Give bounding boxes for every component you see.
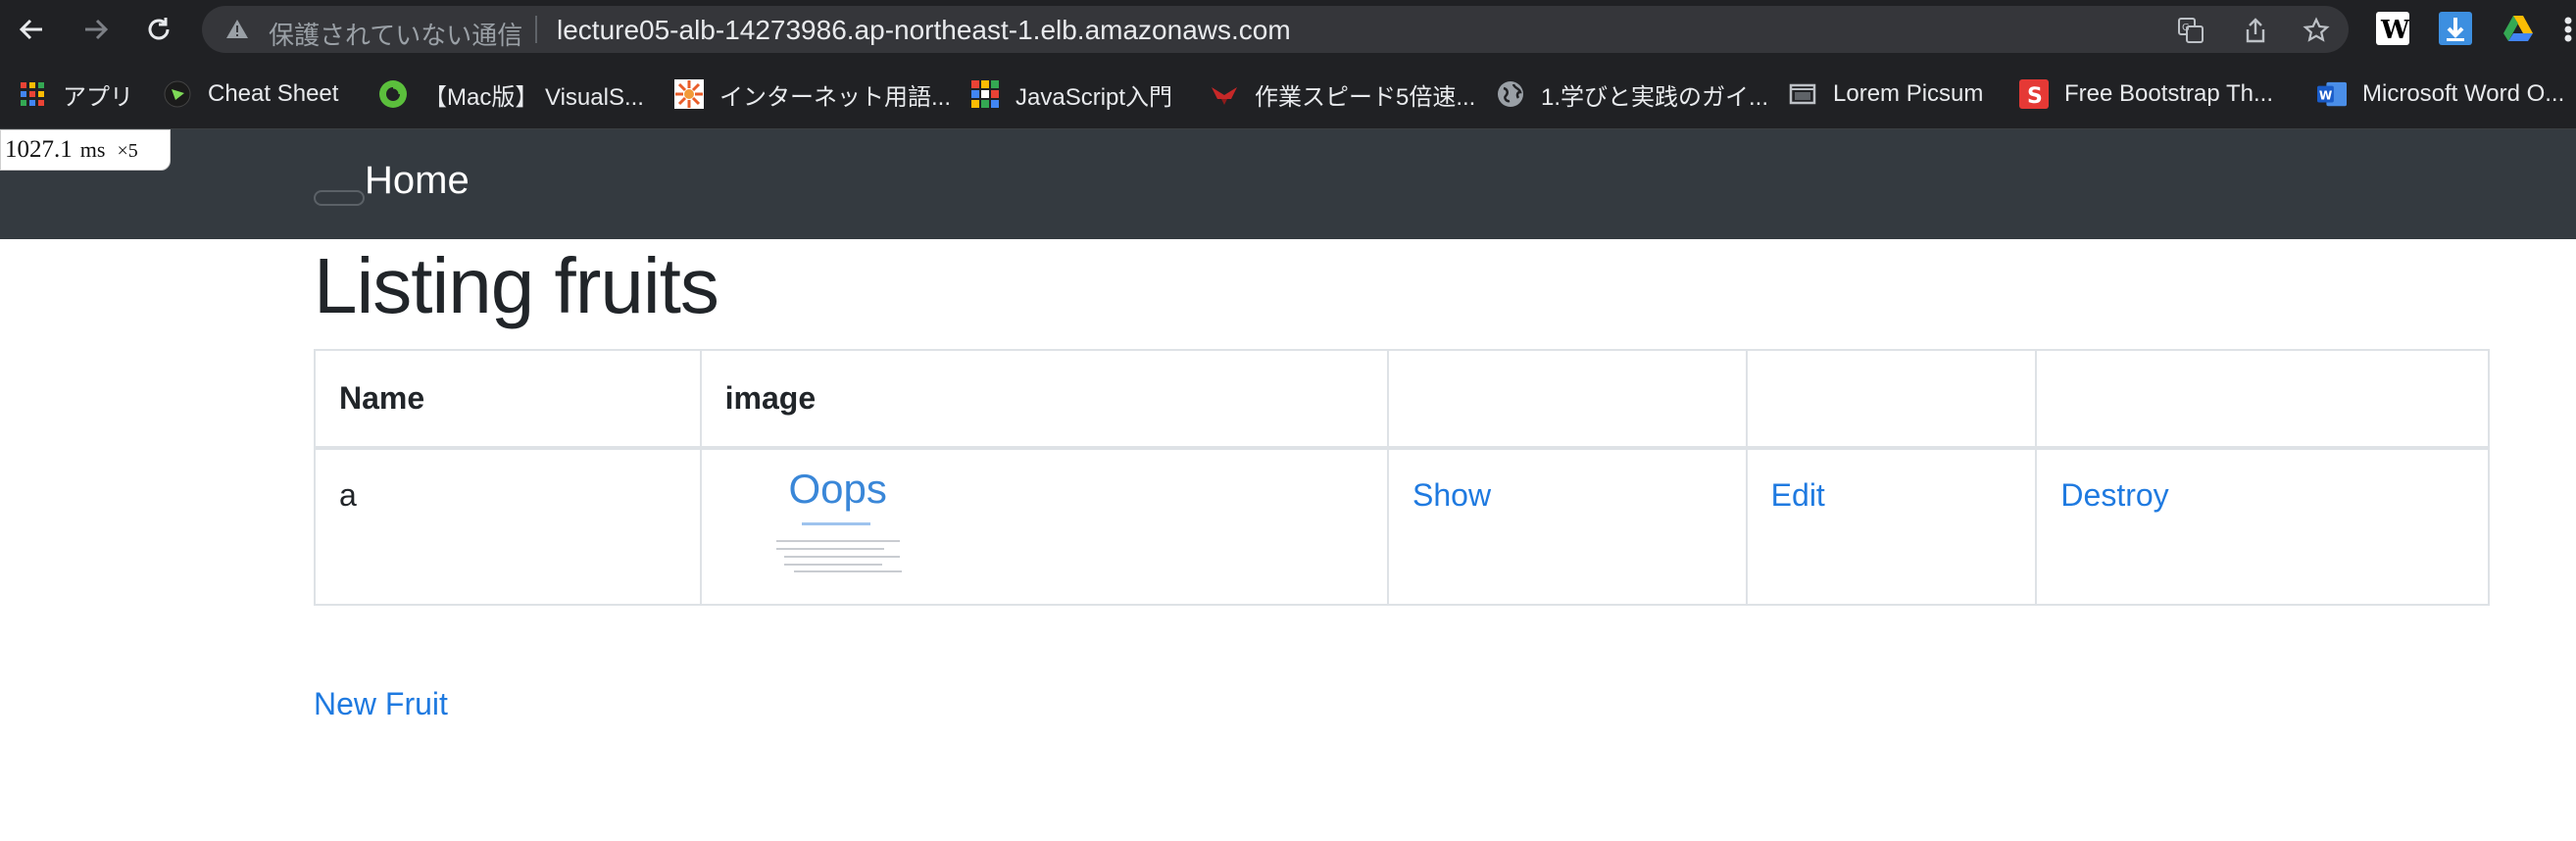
- site-navbar: Home: [0, 129, 2576, 239]
- more-menu-icon[interactable]: [2560, 12, 2576, 45]
- bookmarks-bar: アプリ Cheat Sheet 【Mac版】 VisualS... インターネッ…: [0, 59, 2576, 129]
- image-decoration: [801, 522, 870, 525]
- edit-link[interactable]: Edit: [1771, 477, 1825, 513]
- bookmark-work-speed[interactable]: 作業スピード5倍速...: [1210, 76, 1475, 112]
- fruits-table: Name image a Oops Show Edit Destroy: [314, 349, 2490, 606]
- bookmark-label: JavaScript入門: [1016, 83, 1173, 111]
- edit-cell: Edit: [1745, 447, 2038, 606]
- download-extension-icon[interactable]: [2439, 12, 2472, 45]
- load-time-value: 1027.1: [5, 136, 73, 163]
- image-decoration: [793, 570, 902, 572]
- bookmark-label: Cheat Sheet: [208, 80, 339, 107]
- bookmark-label: 【Mac版】 VisualS...: [423, 83, 644, 111]
- image-decoration: [775, 540, 900, 542]
- column-header-name: Name: [314, 349, 702, 449]
- navbar-home-link[interactable]: Home: [365, 159, 470, 203]
- sunburst-icon: [674, 79, 704, 109]
- svg-text:W: W: [2319, 89, 2333, 103]
- bookmark-cheat-sheet[interactable]: Cheat Sheet: [163, 76, 338, 112]
- back-button[interactable]: [10, 8, 53, 51]
- visual-studio-icon: [378, 79, 408, 109]
- destroy-link[interactable]: Destroy: [2060, 477, 2168, 513]
- bookmark-star-icon[interactable]: [2302, 16, 2331, 45]
- address-bar[interactable]: 保護されていない通信 lecture05-alb-14273986.ap-nor…: [202, 6, 2349, 53]
- svg-text:S: S: [2027, 84, 2043, 109]
- warning-icon: [226, 20, 248, 38]
- load-time-badge: 1027.1 ms ×5: [0, 129, 171, 171]
- bookmark-learning-guide[interactable]: 1.学びと実践のガイ...: [1496, 76, 1768, 112]
- globe-icon: [1496, 79, 1525, 109]
- photo-icon: [1788, 79, 1817, 109]
- column-header-destroy: [2035, 349, 2490, 449]
- bookmark-label: アプリ: [63, 83, 133, 111]
- svg-text:G: G: [2182, 23, 2190, 33]
- bookmark-free-bootstrap[interactable]: S Free Bootstrap Th...: [2019, 76, 2273, 112]
- fruit-image-cell: Oops: [699, 447, 1390, 606]
- bird-icon: [1210, 79, 1239, 109]
- fruit-name-cell: a: [314, 447, 702, 606]
- browser-toolbar: 保護されていない通信 lecture05-alb-14273986.ap-nor…: [0, 0, 2576, 59]
- bookmark-lorem-picsum[interactable]: Lorem Picsum: [1788, 76, 1983, 112]
- bookmark-javascript[interactable]: JavaScript入門: [970, 76, 1172, 112]
- bookmark-label: インターネット用語...: [719, 83, 952, 111]
- color-grid-icon: [970, 79, 1000, 109]
- address-divider: [535, 16, 537, 43]
- bookmark-visual-studio[interactable]: 【Mac版】 VisualS...: [378, 76, 644, 112]
- reload-icon: [148, 18, 170, 40]
- apps-grid-icon: [18, 79, 47, 109]
- show-cell: Show: [1387, 447, 1748, 606]
- destroy-cell: Destroy: [2035, 447, 2490, 606]
- column-header-edit: [1745, 349, 2038, 449]
- share-icon[interactable]: [2241, 16, 2270, 45]
- image-decoration: [783, 564, 882, 566]
- new-fruit-link[interactable]: New Fruit: [314, 686, 448, 722]
- forward-button[interactable]: [74, 8, 118, 51]
- load-time-count: ×5: [117, 140, 138, 162]
- bookmark-label: Lorem Picsum: [1833, 80, 1984, 107]
- column-header-image: image: [699, 349, 1390, 449]
- s-logo-icon: S: [2019, 79, 2049, 109]
- bookmark-apps[interactable]: アプリ: [18, 76, 133, 112]
- bookmark-label: 作業スピード5倍速...: [1255, 83, 1476, 111]
- translate-icon[interactable]: G: [2176, 16, 2205, 45]
- bookmark-label: Free Bootstrap Th...: [2064, 80, 2273, 107]
- reload-button[interactable]: [137, 8, 180, 51]
- image-decoration: [783, 556, 900, 558]
- bookmark-microsoft-word[interactable]: W Microsoft Word O...: [2317, 76, 2564, 112]
- column-header-show: [1387, 349, 1748, 449]
- cheat-sheet-icon: [163, 79, 192, 109]
- word-icon: W: [2317, 79, 2347, 109]
- table-row: a Oops Show Edit Destroy: [314, 447, 2490, 606]
- bookmark-internet-terms[interactable]: インターネット用語...: [674, 76, 951, 112]
- fruit-image-thumbnail: Oops: [765, 460, 912, 577]
- navbar-toggler-button[interactable]: [314, 190, 365, 206]
- url-text[interactable]: lecture05-alb-14273986.ap-northeast-1.el…: [557, 15, 1291, 46]
- bookmark-label: Microsoft Word O...: [2362, 80, 2565, 107]
- fruit-image-text: Oops: [788, 466, 887, 512]
- page-title: Listing fruits: [314, 242, 719, 329]
- load-time-unit: ms: [79, 137, 106, 162]
- forward-arrow-icon: [85, 19, 109, 40]
- bookmark-label: 1.学びと実践のガイ...: [1541, 83, 1769, 111]
- w-extension-icon[interactable]: W: [2376, 12, 2410, 45]
- image-decoration: [775, 548, 884, 550]
- svg-text:W: W: [2380, 16, 2409, 45]
- show-link[interactable]: Show: [1412, 477, 1491, 513]
- table-header-row: Name image: [314, 349, 2490, 449]
- back-arrow-icon: [19, 19, 42, 40]
- drive-extension-icon[interactable]: [2502, 12, 2535, 45]
- security-status[interactable]: 保護されていない通信: [269, 16, 522, 52]
